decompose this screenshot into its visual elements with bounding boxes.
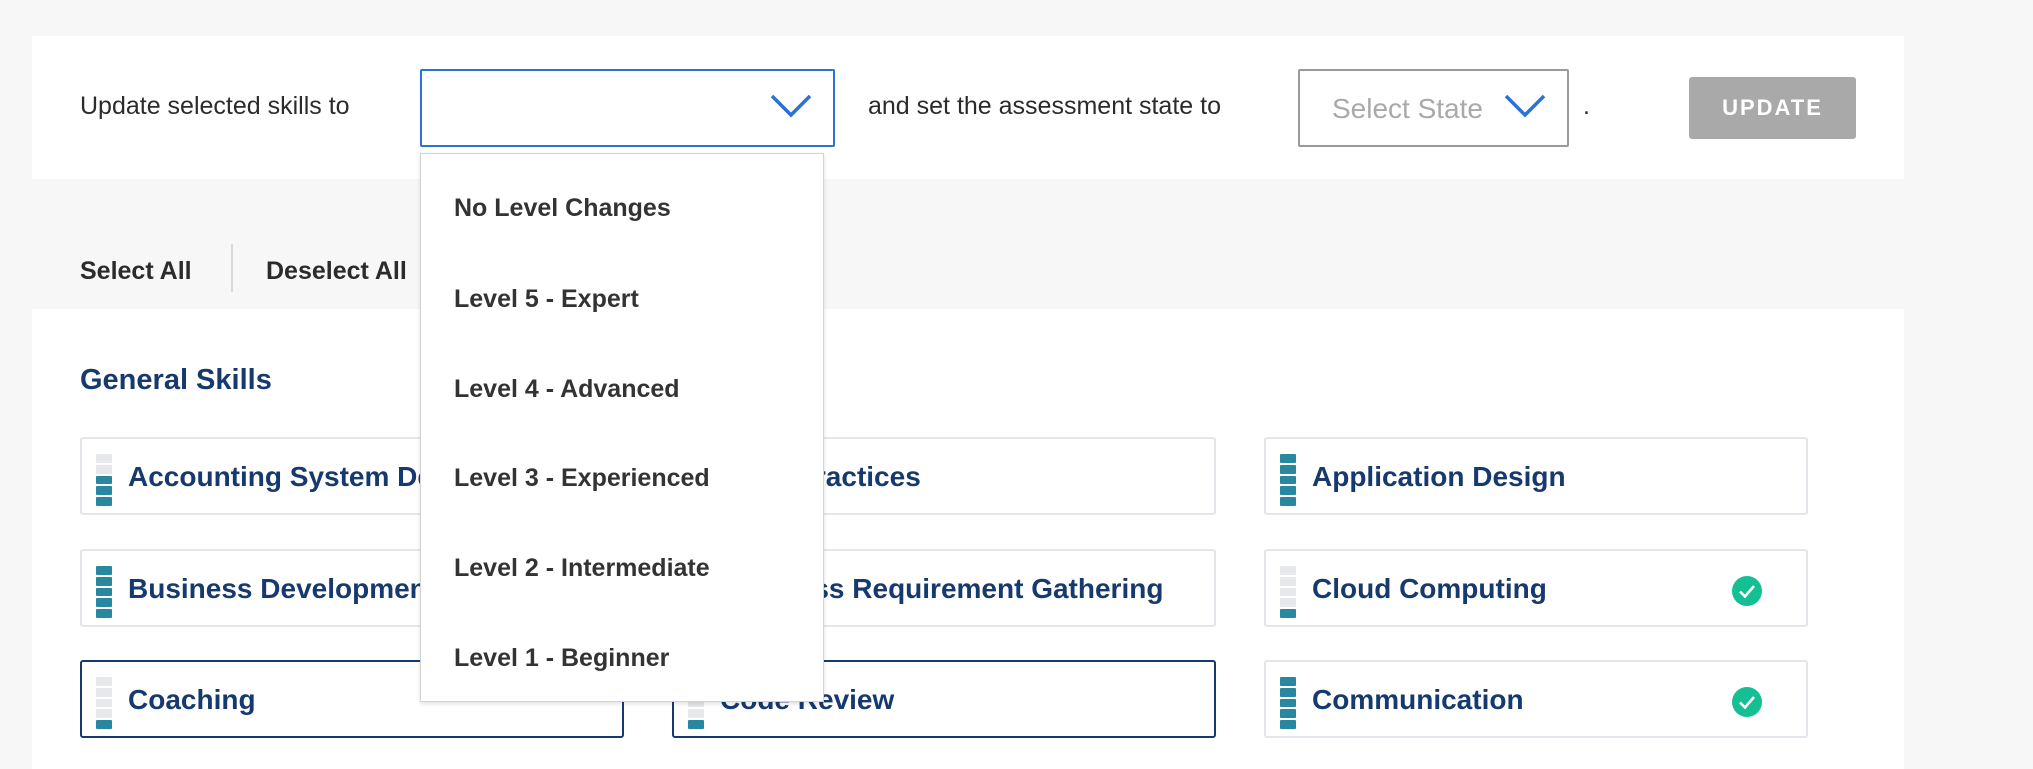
level-segment (1280, 687, 1296, 697)
level-segment (96, 720, 112, 729)
level-option[interactable]: Level 3 - Experienced (454, 464, 710, 493)
level-segment (96, 698, 112, 708)
level-segment (96, 609, 112, 618)
level-segment (1280, 709, 1296, 719)
level-segment (96, 587, 112, 597)
level-indicator-icon (96, 454, 112, 506)
skill-name: Cloud Computing (1312, 573, 1547, 604)
skill-card[interactable]: Communication (1264, 660, 1808, 738)
skill-name: Coaching (128, 684, 256, 715)
level-option[interactable]: Level 5 - Expert (454, 285, 639, 314)
skill-name: Business Development (128, 573, 437, 604)
sentence-period: . (1583, 92, 1590, 120)
level-option[interactable]: Level 2 - Intermediate (454, 554, 710, 583)
level-segment (1280, 698, 1296, 708)
level-segment (1280, 609, 1296, 618)
level-segment (96, 486, 112, 496)
level-segment (96, 454, 112, 463)
check-circle-icon (1732, 687, 1762, 717)
state-select-placeholder: Select State (1332, 93, 1483, 124)
level-indicator-icon (96, 566, 112, 618)
check-circle-icon (1732, 576, 1762, 606)
level-segment (96, 576, 112, 586)
state-label: and set the assessment state to (868, 92, 1221, 120)
level-segment (96, 566, 112, 575)
level-segment (96, 709, 112, 719)
state-select[interactable]: Select State (1298, 69, 1569, 147)
deselect-all-link[interactable]: Deselect All (266, 257, 407, 286)
level-select[interactable] (420, 69, 835, 147)
level-indicator-icon (1280, 677, 1296, 729)
level-dropdown-menu: No Level Changes Level 5 - Expert Level 4 … (420, 153, 824, 702)
level-segment (1280, 475, 1296, 485)
level-indicator-icon (1280, 454, 1296, 506)
level-indicator-icon (1280, 566, 1296, 618)
select-all-link[interactable]: Select All (80, 257, 192, 286)
level-segment (96, 497, 112, 506)
level-option[interactable]: Level 4 - Advanced (454, 375, 680, 404)
section-title: General Skills (80, 364, 272, 396)
level-segment (1280, 566, 1296, 575)
skill-name: Application Design (1312, 461, 1566, 492)
level-segment (688, 720, 704, 729)
level-segment (1280, 576, 1296, 586)
level-segment (1280, 486, 1296, 496)
level-segment (1280, 454, 1296, 463)
level-segment (96, 475, 112, 485)
update-button[interactable]: UPDATE (1689, 77, 1856, 139)
level-segment (1280, 677, 1296, 686)
chevron-down-icon (770, 94, 812, 118)
level-segment (688, 709, 704, 719)
divider (231, 244, 233, 292)
level-segment (1280, 720, 1296, 729)
level-indicator-icon (96, 677, 112, 729)
skill-card[interactable]: Application Design (1264, 437, 1808, 515)
level-segment (1280, 464, 1296, 474)
level-segment (1280, 598, 1296, 608)
skill-card[interactable]: Cloud Computing (1264, 549, 1808, 627)
level-segment (96, 598, 112, 608)
level-segment (96, 687, 112, 697)
level-segment (96, 677, 112, 686)
level-option[interactable]: Level 1 - Beginner (454, 644, 669, 673)
level-option[interactable]: No Level Changes (454, 194, 671, 223)
skill-name: Communication (1312, 684, 1524, 715)
update-label: Update selected skills to (80, 92, 350, 120)
level-segment (1280, 587, 1296, 597)
chevron-down-icon (1504, 94, 1546, 118)
level-segment (1280, 497, 1296, 506)
level-segment (96, 464, 112, 474)
